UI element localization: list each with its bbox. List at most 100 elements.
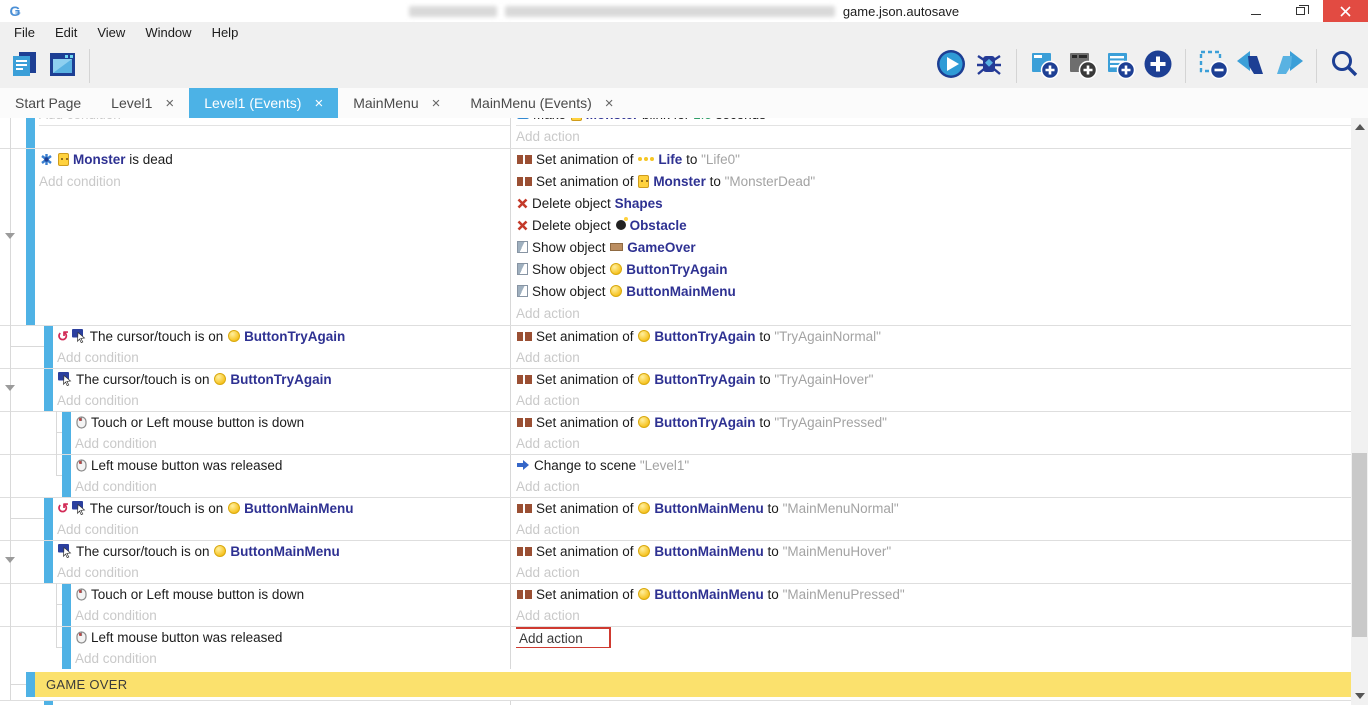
event[interactable]: ↺The cursor/touch is on ButtonTryAgainAd…	[0, 325, 1351, 368]
tab-mainmenu-events-[interactable]: MainMenu (Events) ×	[455, 88, 628, 118]
actions-column: Add action	[511, 627, 1351, 669]
add-action-button[interactable]: Add action	[516, 519, 1351, 540]
scrollbar-thumb[interactable]	[1352, 453, 1367, 637]
action[interactable]: Set animation of ButtonMainMenu to "Main…	[516, 498, 1351, 519]
menu-window[interactable]: Window	[135, 22, 201, 44]
add-condition-button[interactable]: Add condition	[39, 118, 510, 126]
add-new-button[interactable]	[1142, 50, 1174, 82]
condition[interactable]: ↺The cursor/touch is on ButtonTryAgain	[57, 326, 510, 347]
condition[interactable]: Left mouse button was released	[75, 627, 510, 648]
comment-event[interactable]: GAME OVER	[0, 672, 1351, 697]
action[interactable]: Delete object Shapes	[516, 193, 1351, 215]
condition[interactable]: Left mouse button was released	[75, 455, 510, 476]
action[interactable]: Set animation of ButtonTryAgain to "TryA…	[516, 369, 1351, 390]
condition[interactable]: ↺The cursor/touch is on ButtonMainMenu	[57, 498, 510, 519]
redo-button[interactable]	[1273, 50, 1305, 82]
event[interactable]: The cursor/touch is on ButtonMainMenuAdd…	[0, 540, 1351, 583]
event[interactable]: Touch or Left mouse button is downAdd co…	[0, 583, 1351, 626]
collapse-arrow-icon[interactable]	[5, 385, 15, 391]
add-action-button-highlighted[interactable]: Add action	[516, 627, 1351, 648]
menu-view[interactable]: View	[87, 22, 135, 44]
minimize-button[interactable]	[1233, 0, 1278, 22]
action[interactable]: Show object GameOver	[516, 237, 1351, 259]
event[interactable]: Touch or Left mouse button is downAdd co…	[0, 411, 1351, 454]
tab-close-icon[interactable]: ×	[605, 96, 614, 111]
button-icon	[609, 262, 626, 277]
play-button[interactable]	[935, 50, 967, 82]
collapse-arrow-icon[interactable]	[5, 233, 15, 239]
object-name: ButtonMainMenu	[654, 587, 763, 602]
action[interactable]: Change to scene "Level1"	[516, 455, 1351, 476]
action[interactable]: Set animation of Life to "Life0"	[516, 149, 1351, 171]
debug-button[interactable]	[973, 50, 1005, 82]
add-action-button[interactable]: Add action	[516, 126, 1351, 148]
action[interactable]: Set animation of ButtonTryAgain to "TryA…	[516, 412, 1351, 433]
event[interactable]: The cursor/touch is on ButtonTryAgainAdd…	[0, 368, 1351, 411]
action[interactable]: Set animation of ButtonTryAgain to "TryA…	[516, 326, 1351, 347]
add-action-button[interactable]: Add action	[516, 433, 1351, 454]
menu-edit[interactable]: Edit	[45, 22, 87, 44]
tab-close-icon[interactable]: ×	[314, 96, 323, 111]
close-icon	[1340, 6, 1351, 17]
event[interactable]: Monster is deadAdd condition Set animati…	[0, 148, 1351, 325]
action[interactable]: Show object ButtonMainMenu	[516, 281, 1351, 303]
event[interactable]: Left mouse button was releasedAdd condit…	[0, 626, 1351, 669]
remove-selection-button[interactable]	[1197, 50, 1229, 82]
vertical-scrollbar[interactable]	[1351, 118, 1368, 705]
add-comment-button[interactable]	[1104, 50, 1136, 82]
condition[interactable]: Monster is dead	[39, 149, 510, 171]
add-action-button[interactable]: Add action	[516, 476, 1351, 497]
add-event-button[interactable]	[1028, 50, 1060, 82]
add-condition-button[interactable]: Add condition	[57, 390, 510, 411]
tree-guide-line	[56, 604, 62, 605]
scroll-down-icon[interactable]	[1355, 693, 1365, 699]
add-condition-button[interactable]: Add condition	[57, 347, 510, 368]
condition[interactable]: The cursor/touch is on ButtonTryAgain	[57, 369, 510, 390]
add-condition-button[interactable]: Add condition	[75, 605, 510, 626]
add-condition-button[interactable]: Add condition	[75, 476, 510, 497]
condition[interactable]: Touch or Left mouse button is down	[75, 584, 510, 605]
menu-file[interactable]: File	[4, 22, 45, 44]
add-action-button[interactable]: Add action	[516, 303, 1351, 325]
add-action-button[interactable]: Add action	[516, 347, 1351, 368]
add-condition-button[interactable]: Add condition	[39, 171, 510, 193]
action[interactable]: Set animation of ButtonMainMenu to "Main…	[516, 584, 1351, 605]
tab-close-icon[interactable]: ×	[432, 96, 441, 111]
action[interactable]: Delete object Obstacle	[516, 215, 1351, 237]
tab-level1-events-[interactable]: Level1 (Events) ×	[189, 88, 338, 118]
event-partial[interactable]	[0, 700, 1351, 705]
add-action-button[interactable]: Add action	[516, 605, 1351, 626]
action[interactable]: Set animation of ButtonMainMenu to "Main…	[516, 541, 1351, 562]
event[interactable]: Left mouse button was releasedAdd condit…	[0, 454, 1351, 497]
menu-help[interactable]: Help	[202, 22, 249, 44]
tab-close-icon[interactable]: ×	[165, 96, 174, 111]
tab-start-page[interactable]: Start Page	[0, 88, 96, 118]
event-partial-top[interactable]: Add condition Make Monster blink for 1.5…	[0, 118, 1351, 148]
add-condition-button[interactable]: Add condition	[57, 519, 510, 540]
toolbar-separator	[1316, 49, 1317, 83]
close-button[interactable]	[1323, 0, 1368, 22]
bomb-icon	[615, 218, 630, 233]
action[interactable]: Make Monster blink for 1.5 seconds	[516, 118, 1351, 126]
add-sub-event-button[interactable]	[1066, 50, 1098, 82]
action[interactable]: Show object ButtonTryAgain	[516, 259, 1351, 281]
restore-button[interactable]	[1278, 0, 1323, 22]
scroll-up-icon[interactable]	[1355, 124, 1365, 130]
tab-level1[interactable]: Level1 ×	[96, 88, 189, 118]
collapse-arrow-icon[interactable]	[5, 557, 15, 563]
project-manager-button[interactable]	[8, 50, 40, 82]
condition[interactable]: The cursor/touch is on ButtonMainMenu	[57, 541, 510, 562]
add-action-button[interactable]: Add action	[516, 390, 1351, 411]
action[interactable]: Set animation of Monster to "MonsterDead…	[516, 171, 1351, 193]
add-condition-button[interactable]: Add condition	[75, 648, 510, 669]
condition[interactable]: Touch or Left mouse button is down	[75, 412, 510, 433]
add-action-button[interactable]: Add action	[516, 562, 1351, 583]
tab-mainmenu[interactable]: MainMenu ×	[338, 88, 455, 118]
monster-icon	[57, 152, 73, 167]
undo-button[interactable]	[1235, 50, 1267, 82]
search-button[interactable]	[1328, 50, 1360, 82]
scene-editor-button[interactable]	[46, 50, 78, 82]
add-condition-button[interactable]: Add condition	[57, 562, 510, 583]
event[interactable]: ↺The cursor/touch is on ButtonMainMenuAd…	[0, 497, 1351, 540]
add-condition-button[interactable]: Add condition	[75, 433, 510, 454]
